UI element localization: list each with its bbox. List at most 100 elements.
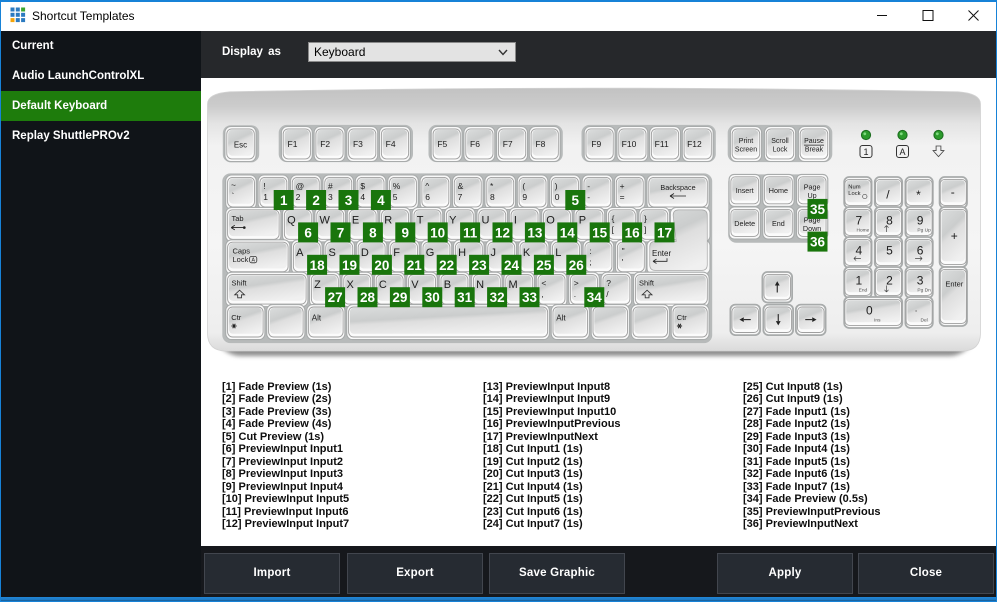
svg-text:Lock: Lock [773,147,788,154]
svg-text:15: 15 [592,225,608,240]
svg-text:18: 18 [310,258,326,273]
svg-text:7: 7 [337,225,345,240]
svg-text:10: 10 [430,225,445,240]
svg-text:Q: Q [287,214,296,226]
svg-text:1: 1 [863,147,868,157]
svg-text:Alt: Alt [312,314,322,323]
svg-text:23: 23 [472,258,488,273]
svg-text:0: 0 [555,192,560,202]
svg-text:A: A [296,247,304,259]
svg-text:21: 21 [407,258,423,273]
svg-text:F1: F1 [288,139,298,149]
svg-text:Shift: Shift [232,279,248,288]
svg-text:Pause: Pause [804,138,824,145]
svg-text:<: < [541,278,546,288]
svg-text:F4: F4 [386,139,396,149]
svg-text:Print: Print [739,138,753,145]
svg-text:F12: F12 [687,139,702,149]
svg-text:26: 26 [569,258,585,273]
svg-text:1: 1 [856,274,863,288]
svg-text:{: { [612,213,615,223]
svg-text:31: 31 [457,290,473,305]
svg-text:24: 24 [504,258,520,273]
svg-text:+: + [951,229,958,243]
svg-text:2: 2 [312,193,320,208]
svg-text:.: . [574,289,576,299]
svg-text:^: ^ [425,181,429,191]
svg-text:J: J [491,247,497,259]
svg-text:W: W [320,214,331,226]
svg-text:P: P [579,214,586,226]
svg-text:M: M [509,279,518,291]
svg-text:9: 9 [522,192,527,202]
svg-text:11: 11 [463,225,478,240]
svg-text:30: 30 [425,290,440,305]
svg-text:A: A [251,258,255,264]
svg-text:Pg Up: Pg Up [917,228,931,234]
svg-text:H: H [458,247,466,259]
svg-text:C: C [379,279,387,291]
svg-text:2: 2 [886,274,893,288]
svg-text:=: = [620,192,625,202]
svg-text:Del: Del [920,318,927,324]
svg-text:U: U [482,214,490,226]
svg-text:F: F [393,247,400,259]
svg-text:Alt: Alt [556,314,566,323]
svg-text:B: B [444,279,451,291]
svg-text:5: 5 [393,192,398,202]
svg-text:F2: F2 [320,139,330,149]
svg-text:": " [622,246,625,256]
svg-text:8: 8 [369,225,377,240]
svg-text:@: @ [296,181,305,191]
svg-text:Lock: Lock [233,255,249,264]
svg-text:T: T [417,214,424,226]
svg-text:$: $ [360,181,365,191]
svg-text:F8: F8 [535,139,545,149]
svg-text:1: 1 [280,193,288,208]
svg-text:Ctr: Ctr [677,313,688,322]
svg-text:Esc: Esc [234,141,247,150]
svg-text:6: 6 [917,244,924,258]
svg-text:13: 13 [527,225,543,240]
svg-text:Break: Break [805,147,824,154]
svg-text:&: & [458,181,464,191]
svg-text:Enter: Enter [652,249,671,258]
svg-text:E: E [352,214,359,226]
svg-text:`: ` [232,191,235,201]
svg-text:35: 35 [810,202,826,217]
svg-text:(: ( [522,181,525,191]
svg-text:4: 4 [377,193,385,208]
svg-text:Down: Down [803,224,821,233]
svg-text:!: ! [263,181,265,191]
svg-text:5: 5 [572,193,580,208]
svg-text:Backspace: Backspace [660,183,695,192]
svg-text:O: O [546,214,555,226]
svg-text:8: 8 [886,214,893,228]
svg-text:29: 29 [392,290,407,305]
svg-text:X: X [347,279,355,291]
svg-text:%: % [393,181,401,191]
svg-text:19: 19 [342,258,357,273]
svg-text:17: 17 [657,225,672,240]
svg-text:-: - [587,181,590,191]
svg-text:F6: F6 [470,139,480,149]
svg-text:End: End [859,288,868,294]
svg-text:9: 9 [917,214,924,228]
svg-text:12: 12 [495,225,510,240]
svg-text:Z: Z [314,279,321,291]
svg-text:0: 0 [866,304,873,318]
svg-text:28: 28 [360,290,376,305]
svg-text:L: L [555,247,561,259]
svg-text:4: 4 [856,244,863,258]
svg-text:End: End [772,219,785,228]
svg-text:36: 36 [810,235,826,250]
svg-text:G: G [426,247,435,259]
svg-text:Insert: Insert [736,186,754,195]
svg-text:F9: F9 [591,139,601,149]
svg-text:33: 33 [522,290,538,305]
svg-text:F11: F11 [655,139,669,149]
svg-text:F7: F7 [503,139,513,149]
svg-text:F10: F10 [622,139,637,149]
svg-text:Delete: Delete [734,219,755,228]
svg-text:K: K [523,247,531,259]
